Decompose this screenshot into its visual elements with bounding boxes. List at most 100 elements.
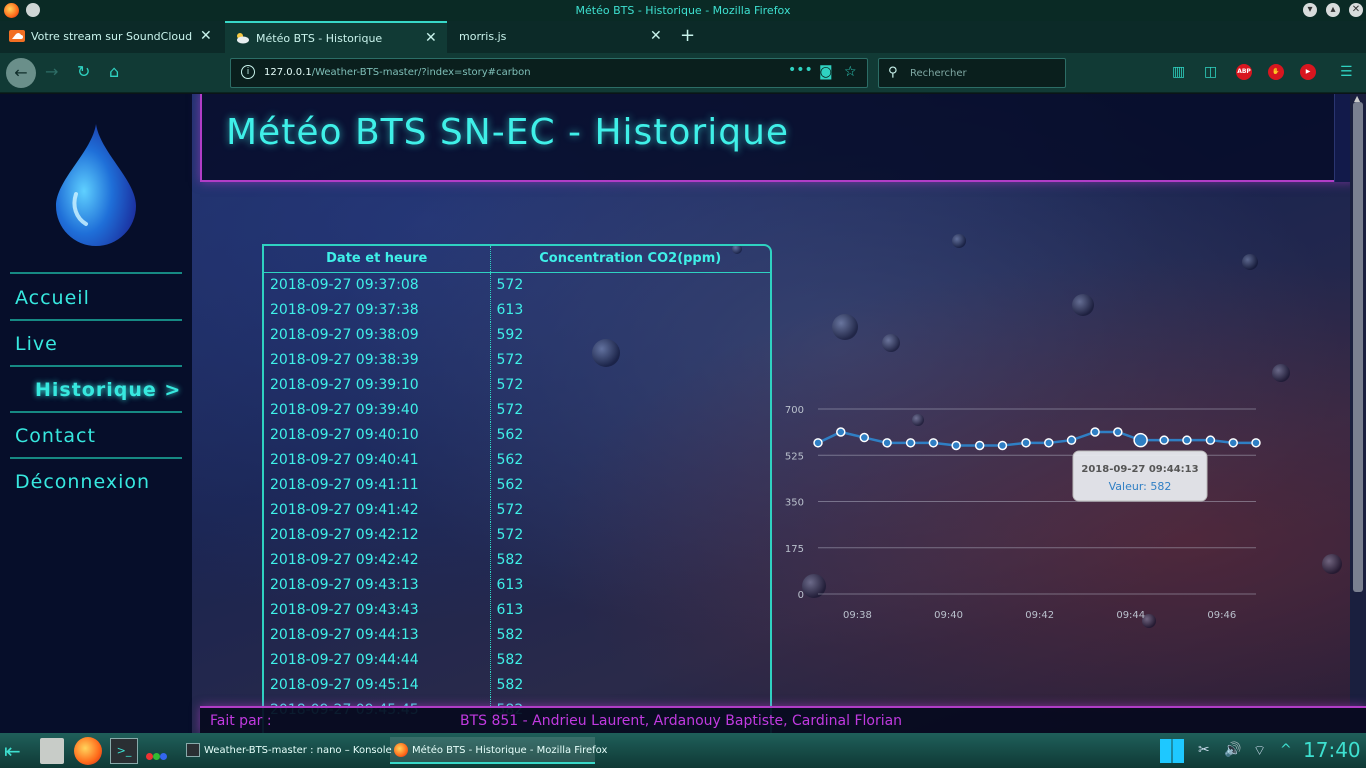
data-point[interactable] <box>813 438 823 448</box>
tab-soundcloud[interactable]: Votre stream sur SoundCloud ✕ <box>0 21 222 53</box>
cell-co2: 582 <box>496 551 524 568</box>
hamburger-menu-icon[interactable]: ☰ <box>1340 64 1353 80</box>
data-point[interactable] <box>1182 435 1192 445</box>
data-point[interactable] <box>1044 438 1054 448</box>
virtual-desktops-icon[interactable] <box>1160 739 1184 763</box>
cell-co2: 562 <box>496 451 524 468</box>
data-point[interactable] <box>1228 438 1238 448</box>
new-tab-icon[interactable]: + <box>680 25 695 46</box>
nav-item-live[interactable]: Live <box>15 333 58 355</box>
firefox-launcher-icon[interactable] <box>74 737 102 765</box>
data-point[interactable] <box>1133 432 1148 448</box>
cell-co2: 592 <box>496 326 524 343</box>
adblock-plus-icon[interactable]: ABP <box>1236 64 1252 80</box>
volume-icon[interactable]: 🔊 <box>1224 742 1241 758</box>
tab-meteo-historique[interactable]: Météo BTS - Historique ✕ <box>225 21 447 53</box>
cell-datetime: 2018-09-27 09:44:13 <box>264 622 491 647</box>
co2-line-chart: 0175350525700 09:38 09:40 09:42 09:44 09:46 … <box>785 405 1261 621</box>
column-header-date: Date et heure <box>264 246 491 273</box>
search-input[interactable]: ⚲ Rechercher <box>878 58 1066 88</box>
sidebar-toggle-icon[interactable]: ◫ <box>1204 64 1217 80</box>
table-row: 2018-09-27 09:37:08 572 <box>264 272 770 297</box>
x-axis-ticks: 09:38 09:40 09:42 09:44 09:46 <box>843 610 1236 621</box>
cell-datetime: 2018-09-27 09:42:42 <box>264 547 491 572</box>
page-scrollbar[interactable]: ▲ <box>1350 94 1366 733</box>
table-row: 2018-09-27 09:40:10 562 <box>264 422 770 447</box>
data-point[interactable] <box>997 440 1008 451</box>
ublock-icon[interactable]: ✋ <box>1268 64 1284 80</box>
nav-item-accueil[interactable]: Accueil <box>15 287 90 309</box>
scrollbar-thumb[interactable] <box>1353 102 1363 592</box>
pocket-icon[interactable]: ◙ <box>819 64 833 80</box>
tab-label: morris.js <box>459 30 507 43</box>
forward-button[interactable]: → <box>45 62 58 81</box>
tab-morris[interactable]: morris.js ✕ <box>450 21 672 53</box>
url-text[interactable]: 127.0.0.1/Weather-BTS-master/?index=stor… <box>264 67 531 78</box>
bookmark-star-icon[interactable]: ☆ <box>844 64 857 80</box>
nav-item-deconnexion[interactable]: Déconnexion <box>15 471 150 493</box>
history-table-body: 2018-09-27 09:37:08 572 2018-09-27 09:37:3… <box>264 272 770 722</box>
reload-icon[interactable]: ↻ <box>77 62 90 81</box>
nav-item-contact[interactable]: Contact <box>15 425 96 447</box>
tab-close-icon[interactable]: ✕ <box>650 28 662 44</box>
data-point[interactable] <box>1159 435 1169 445</box>
table-row: 2018-09-27 09:42:12 572 <box>264 522 770 547</box>
x-tick-label: 09:40 <box>934 610 963 621</box>
cell-datetime: 2018-09-27 09:40:10 <box>264 422 491 447</box>
data-point[interactable] <box>974 440 985 451</box>
home-icon[interactable]: ⌂ <box>109 62 119 81</box>
cell-co2: 572 <box>496 526 524 543</box>
back-button[interactable]: ← <box>6 58 36 88</box>
data-point[interactable] <box>951 440 961 451</box>
data-point[interactable] <box>905 438 916 448</box>
footer-authors: BTS 851 - Andrieu Laurent, Ardanouy Bapt… <box>460 713 903 729</box>
extension-shield-icon[interactable]: ▶ <box>1300 64 1316 80</box>
data-point[interactable] <box>1251 438 1261 448</box>
window-titlebar: Météo BTS - Historique - Mozilla Firefox… <box>0 0 1366 21</box>
y-axis-ticks: 0 175 350 525 700 <box>785 405 804 601</box>
task-firefox[interactable]: Météo BTS - Historique - Mozilla Firefox <box>390 737 607 764</box>
task-konsole[interactable]: Weather-BTS-master : nano – Konsole <box>182 737 392 764</box>
cell-co2: 572 <box>496 401 524 418</box>
footer-made-by: Fait par : <box>210 713 272 729</box>
close-window-button[interactable]: ✕ <box>1349 3 1363 17</box>
data-point[interactable] <box>1205 435 1216 445</box>
data-point[interactable] <box>1113 427 1123 437</box>
terminal-launcher-icon[interactable]: >_ <box>110 738 138 764</box>
scissors-icon[interactable]: ✂ <box>1198 742 1210 758</box>
maximize-button[interactable]: ▴ <box>1326 3 1340 17</box>
tab-close-icon[interactable]: ✕ <box>425 30 437 46</box>
tab-label: Votre stream sur SoundCloud <box>31 30 193 43</box>
tab-close-icon[interactable]: ✕ <box>200 28 212 44</box>
wifi-icon[interactable]: ⌔ <box>1253 742 1266 760</box>
cell-datetime: 2018-09-27 09:37:08 <box>264 272 491 297</box>
library-icon[interactable]: ▥ <box>1172 64 1185 80</box>
cell-co2: 582 <box>496 651 524 668</box>
table-row: 2018-09-27 09:38:39 572 <box>264 347 770 372</box>
table-row: 2018-09-27 09:44:13 582 <box>264 622 770 647</box>
clock[interactable]: 17:40 <box>1303 738 1361 762</box>
screen: { "window": { "title": "Météo BTS - Hist… <box>0 0 1366 768</box>
data-point[interactable] <box>859 432 870 443</box>
x-tick-label: 09:42 <box>1025 610 1054 621</box>
tray-expand-icon[interactable]: ^ <box>1280 742 1292 758</box>
table-row: 2018-09-27 09:43:43 613 <box>264 597 770 622</box>
nav-item-historique[interactable]: Historique > <box>35 379 181 401</box>
cell-co2: 582 <box>496 626 524 643</box>
minimize-button[interactable]: ▾ <box>1303 3 1317 17</box>
page-actions-icon[interactable]: ••• <box>788 62 813 78</box>
data-point[interactable] <box>1021 438 1031 448</box>
application-launcher-icon[interactable]: ⇤ <box>4 739 21 763</box>
data-point[interactable] <box>836 427 846 437</box>
site-info-icon[interactable]: i <box>241 65 255 79</box>
app-dots-icon[interactable] <box>146 745 174 760</box>
data-point[interactable] <box>1090 427 1100 437</box>
history-table: Date et heure Concentration CO2(ppm) 201… <box>264 246 770 722</box>
file-manager-icon[interactable] <box>40 738 64 764</box>
data-point[interactable] <box>882 438 892 448</box>
data-point[interactable] <box>928 438 939 448</box>
cell-co2: 562 <box>496 426 524 443</box>
url-bar[interactable]: i 127.0.0.1/Weather-BTS-master/?index=st… <box>230 58 868 88</box>
data-point[interactable] <box>1066 435 1077 445</box>
table-row: 2018-09-27 09:38:09 592 <box>264 322 770 347</box>
